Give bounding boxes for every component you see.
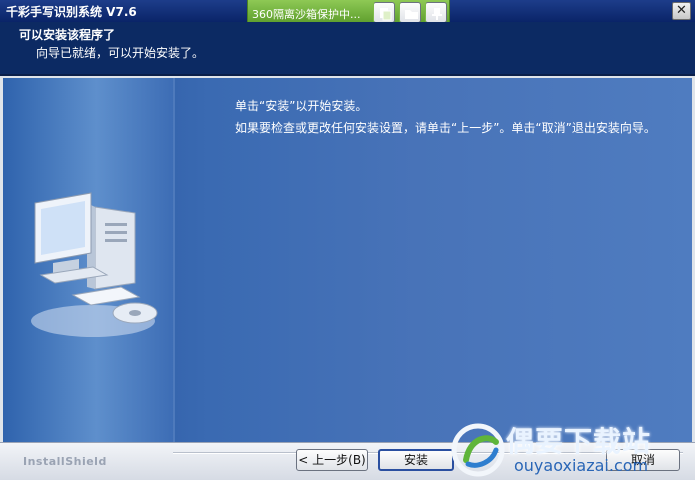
folder-icon[interactable] — [399, 2, 421, 23]
window-close-button[interactable]: ✕ — [672, 2, 691, 20]
side-panel — [3, 78, 173, 442]
window-title: 千彩手写识别系统 V7.6 — [6, 5, 137, 19]
panel-divider — [173, 78, 175, 442]
wizard-header: 可以安装该程序了 向导已就绪，可以开始安装了。 — [0, 22, 695, 76]
sandbox-status-label: 360隔离沙箱保护中... — [252, 8, 361, 21]
watermark: 偶要下载站 ouyaoxiazai.com — [448, 418, 695, 480]
header-title: 可以安装该程序了 — [19, 28, 116, 42]
instruction-detail-text: 如果要检查或更改任何安装设置，请单击“上一步”。单击“取消”退出安装向导。 — [235, 121, 656, 135]
installshield-brand: InstallShield — [23, 455, 107, 468]
install-button[interactable]: 安装 — [378, 449, 454, 471]
watermark-title: 偶要下载站 — [506, 425, 652, 458]
sandbox-icon[interactable] — [373, 2, 395, 23]
watermark-logo-icon — [451, 423, 505, 477]
pin-icon[interactable] — [425, 2, 447, 23]
header-subtitle: 向导已就绪，可以开始安装了。 — [36, 46, 205, 60]
instruction-text: 单击“安装”以开始安装。 — [235, 99, 368, 113]
wizard-content: 单击“安装”以开始安装。 如果要检查或更改任何安装设置，请单击“上一步”。单击“… — [3, 78, 692, 442]
back-button[interactable]: < 上一步(B) — [296, 449, 368, 471]
computer-illustration-icon — [31, 192, 158, 337]
watermark-url: ouyaoxiazai.com — [514, 456, 649, 475]
